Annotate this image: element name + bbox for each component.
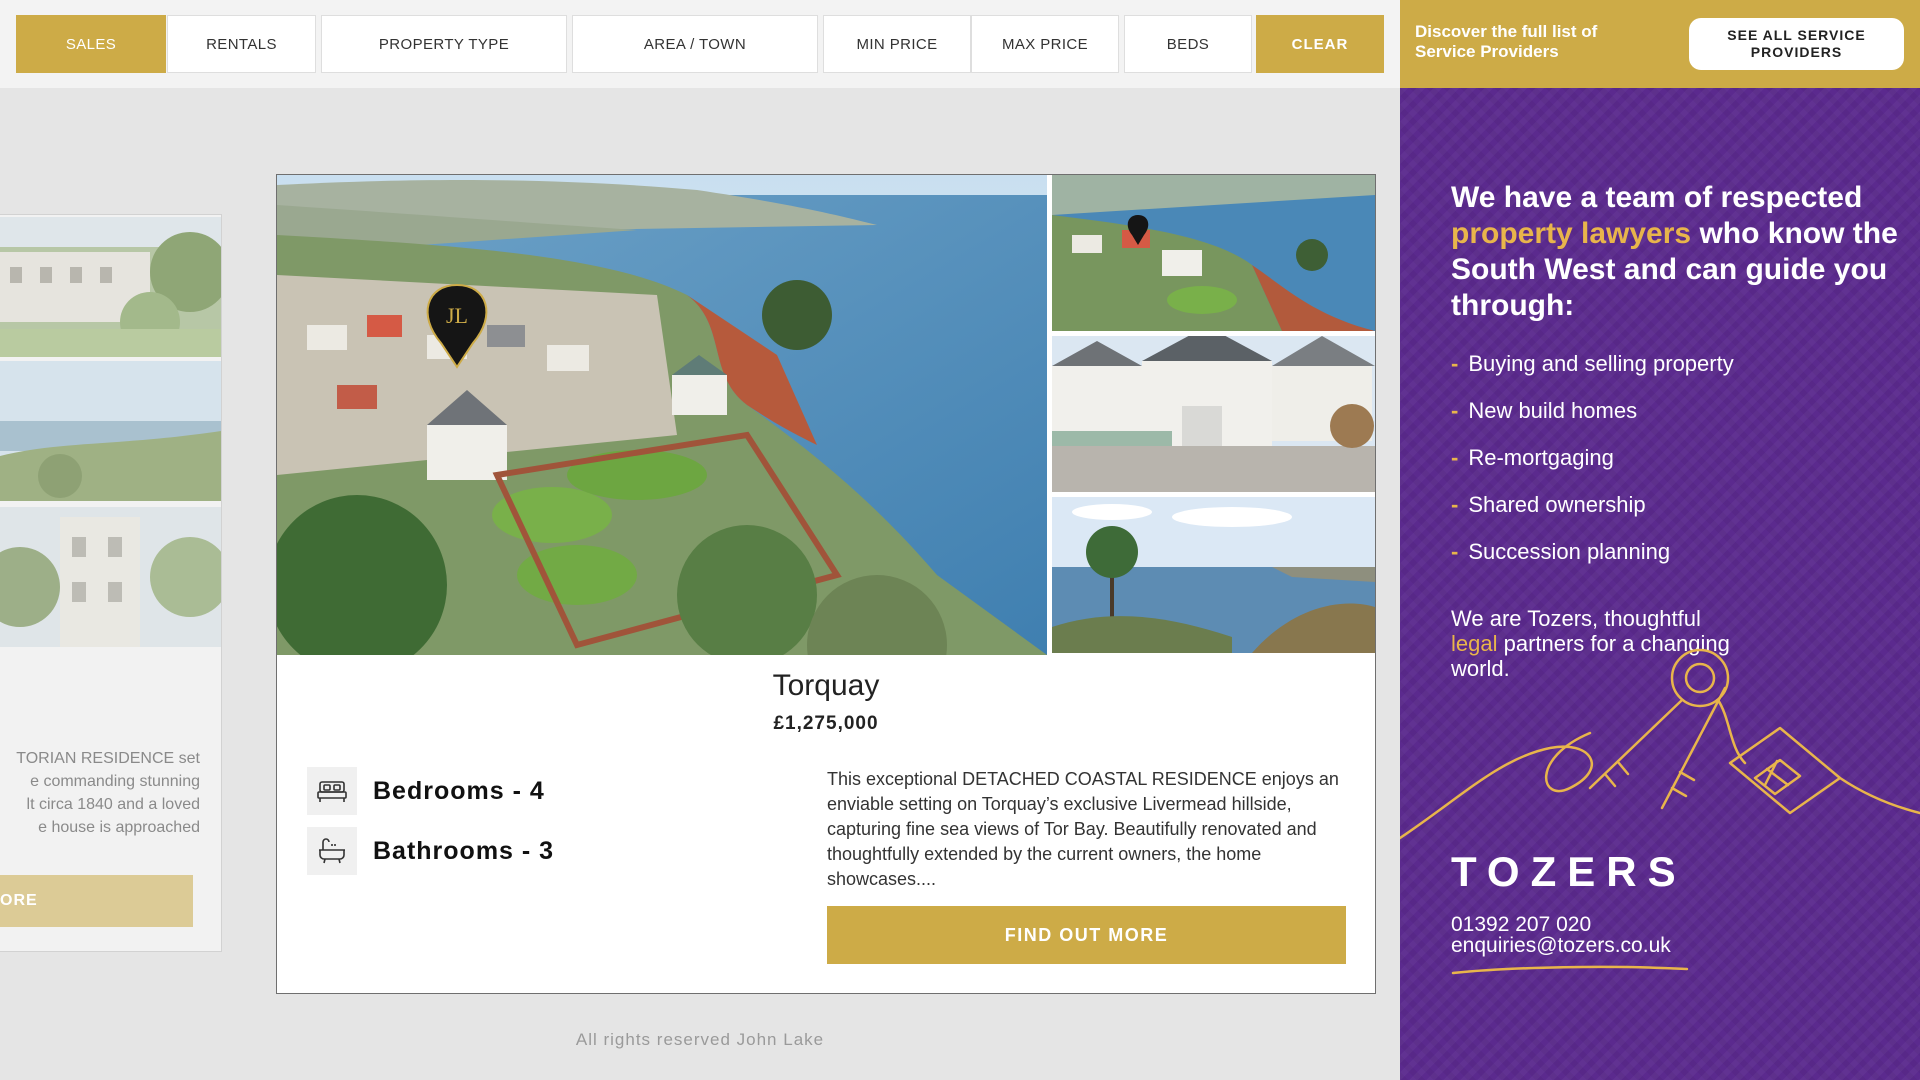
previous-listing-description: TORIAN RESIDENCE set e commanding stunni… xyxy=(16,750,200,836)
beds-select[interactable]: BEDS xyxy=(1124,15,1252,73)
service-providers-bar: Discover the full list of Service Provid… xyxy=(1400,0,1920,88)
marker-initials: JL xyxy=(446,303,468,328)
listing-title: Torquay xyxy=(772,669,880,702)
bedrooms-feature: Bedrooms - 4 xyxy=(307,767,545,815)
bathrooms-feature: Bathrooms - 3 xyxy=(307,827,554,875)
see-all-service-providers-button[interactable]: SEE ALL SERVICE PROVIDERS xyxy=(1689,18,1904,70)
listing-description: This exceptional DETACHED COASTAL RESIDE… xyxy=(827,769,1339,889)
rentals-tab[interactable]: RENTALS xyxy=(167,15,316,73)
max-price-select[interactable]: MAX PRICE xyxy=(971,15,1119,73)
tozers-advert[interactable]: We have a team of respected property law… xyxy=(1400,88,1920,1080)
previous-listing-image xyxy=(0,361,221,501)
listing-main-image[interactable]: JL xyxy=(277,175,1047,655)
listing-price: £1,275,000 xyxy=(773,713,879,734)
listing-thumbnail[interactable] xyxy=(1052,175,1375,331)
previous-listing-more-button[interactable]: ORE xyxy=(0,875,193,927)
find-out-more-button[interactable]: FIND OUT MORE xyxy=(827,906,1346,964)
tozers-logo: TOZERS xyxy=(1451,848,1687,895)
advert-email: enquiries@tozers.co.uk xyxy=(1451,934,1671,957)
bed-icon xyxy=(307,767,357,815)
sales-tab[interactable]: SALES xyxy=(16,15,166,73)
discover-text: Discover the full list of Service Provid… xyxy=(1415,22,1598,61)
previous-listing-image xyxy=(0,507,221,647)
bathrooms-label: Bathrooms - 3 xyxy=(373,836,555,865)
footer-copyright: All rights reserved John Lake xyxy=(575,1030,825,1049)
listing-card: JL Torquay £1,275,000 Bedrooms - 4 Bathr… xyxy=(276,174,1376,994)
previous-listing-card[interactable]: TORIAN RESIDENCE set e commanding stunni… xyxy=(0,214,222,952)
list-item: - Re-mortgaging xyxy=(1451,445,1614,470)
advert-headline: We have a team of respected property law… xyxy=(1451,181,1898,322)
bedrooms-label: Bedrooms - 4 xyxy=(373,776,545,805)
clear-button[interactable]: CLEAR xyxy=(1256,15,1384,73)
bath-icon xyxy=(307,827,357,875)
list-item: - New build homes xyxy=(1451,398,1638,423)
listing-thumbnail[interactable] xyxy=(1052,497,1375,653)
listing-thumbnail[interactable] xyxy=(1052,336,1375,492)
list-item: - Buying and selling property xyxy=(1451,351,1734,376)
filter-bar: SALES RENTALS PROPERTY TYPE AREA / TOWN … xyxy=(0,0,1400,88)
list-item: - Succession planning xyxy=(1451,539,1671,564)
advert-services-list: - Buying and selling property - New build … xyxy=(1451,350,1734,585)
min-price-select[interactable]: MIN PRICE xyxy=(823,15,971,73)
area-town-select[interactable]: AREA / TOWN xyxy=(572,15,818,73)
property-type-select[interactable]: PROPERTY TYPE xyxy=(321,15,567,73)
advert-headline-highlight: property lawyers xyxy=(1451,217,1692,250)
list-item: - Shared ownership xyxy=(1451,492,1646,517)
previous-listing-image xyxy=(0,217,221,357)
underline-swash-icon xyxy=(1451,965,1689,975)
